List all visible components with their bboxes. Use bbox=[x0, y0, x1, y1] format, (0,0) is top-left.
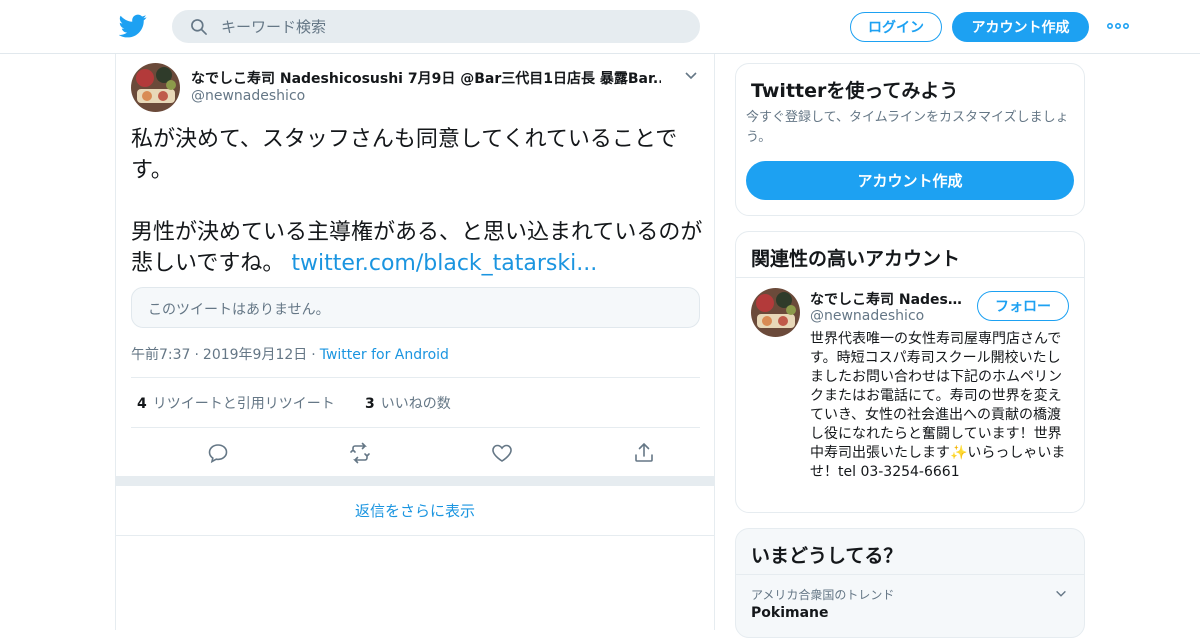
likes-label: いいねの数 bbox=[380, 396, 451, 412]
signup-button[interactable]: アカウント作成 bbox=[952, 12, 1089, 42]
trend-context: アメリカ合衆国のトレンド bbox=[751, 588, 895, 602]
related-account-name[interactable]: なでしこ寿司 Nadeshicosushi bbox=[810, 289, 970, 309]
tweet-link[interactable]: twitter.com/black_tatarski... bbox=[291, 251, 597, 276]
search-input[interactable] bbox=[221, 11, 681, 42]
related-account-bio: 世界代表唯一の女性寿司屋専門店さんです。時短コスパ寿司スクール開校いたしましたお… bbox=[810, 331, 1066, 480]
related-accounts-title: 関連性の高いアカウント bbox=[751, 248, 961, 270]
twitter-bird-icon[interactable] bbox=[119, 12, 147, 40]
chevron-down-icon[interactable] bbox=[1054, 587, 1068, 601]
more-options-icon[interactable] bbox=[1106, 17, 1130, 35]
retweets-count: 4 bbox=[137, 396, 147, 412]
follow-button[interactable]: フォロー bbox=[977, 291, 1069, 321]
avatar[interactable] bbox=[131, 63, 180, 112]
separator-dot: · bbox=[194, 347, 199, 363]
separator-dot: · bbox=[311, 347, 316, 363]
tweet-actions bbox=[131, 429, 700, 477]
tweet-time[interactable]: 午前7:37 bbox=[131, 347, 190, 363]
trends-card: いまどうしてる？ アメリカ合衆国のトレンド Pokimane bbox=[735, 528, 1085, 638]
share-icon[interactable] bbox=[632, 441, 656, 465]
quote-unavailable-text: このツイートはありません。 bbox=[148, 302, 330, 318]
retweets-label: リツイートと引用リツイート bbox=[152, 396, 335, 412]
quoted-tweet-unavailable: このツイートはありません。 bbox=[131, 287, 700, 328]
signup-card-subtitle: 今すぐ登録して、タイムラインをカスタマイズしましょう。 bbox=[746, 110, 1069, 145]
signup-card: Twitterを使ってみよう 今すぐ登録して、タイムラインをカスタマイズしましょ… bbox=[735, 63, 1085, 216]
tweet-text: 私が決めて、スタッフさんも同意してくれていることです。 男性が決めている主導権が… bbox=[131, 124, 706, 279]
divider bbox=[736, 574, 1084, 575]
login-button[interactable]: ログイン bbox=[850, 12, 942, 42]
section-divider bbox=[116, 476, 714, 486]
tweet-source[interactable]: Twitter for Android bbox=[320, 347, 449, 363]
related-account-handle[interactable]: @newnadeshico bbox=[810, 308, 924, 324]
create-account-button[interactable]: アカウント作成 bbox=[746, 161, 1074, 200]
likes-count: 3 bbox=[365, 396, 375, 412]
tweet-detail: なでしこ寿司 Nadeshicosushi 7月9日 @Bar三代目1日店長 暴… bbox=[115, 54, 715, 630]
signup-card-title: Twitterを使ってみよう bbox=[751, 80, 959, 102]
retweets-stat[interactable]: 4 リツイートと引用リツイート bbox=[137, 393, 335, 413]
show-more-replies-link[interactable]: 返信をさらに表示 bbox=[116, 486, 714, 536]
divider bbox=[736, 277, 1084, 278]
author-handle[interactable]: @newnadeshico bbox=[191, 88, 305, 104]
search-box bbox=[172, 10, 700, 43]
author-name[interactable]: なでしこ寿司 Nadeshicosushi 7月9日 @Bar三代目1日店長 暴… bbox=[191, 68, 661, 88]
search-icon bbox=[191, 19, 207, 35]
tweet-date[interactable]: 2019年9月12日 bbox=[203, 347, 307, 363]
retweet-icon[interactable] bbox=[348, 441, 372, 465]
trends-title: いまどうしてる？ bbox=[751, 545, 903, 567]
trend-item[interactable]: Pokimane bbox=[751, 605, 829, 621]
likes-stat[interactable]: 3 いいねの数 bbox=[365, 393, 451, 413]
top-bar: ログイン アカウント作成 bbox=[0, 0, 1200, 54]
related-avatar[interactable] bbox=[751, 288, 800, 337]
tweet-stats: 4 リツイートと引用リツイート 3 いいねの数 bbox=[131, 377, 700, 428]
tweet-meta: 午前7:37 · 2019年9月12日 · Twitter for Android bbox=[131, 344, 449, 364]
like-heart-icon[interactable] bbox=[490, 441, 514, 465]
reply-icon[interactable] bbox=[206, 441, 230, 465]
chevron-down-icon[interactable] bbox=[683, 68, 699, 84]
related-accounts-card: 関連性の高いアカウント なでしこ寿司 Nadeshicosushi @newna… bbox=[735, 231, 1085, 513]
